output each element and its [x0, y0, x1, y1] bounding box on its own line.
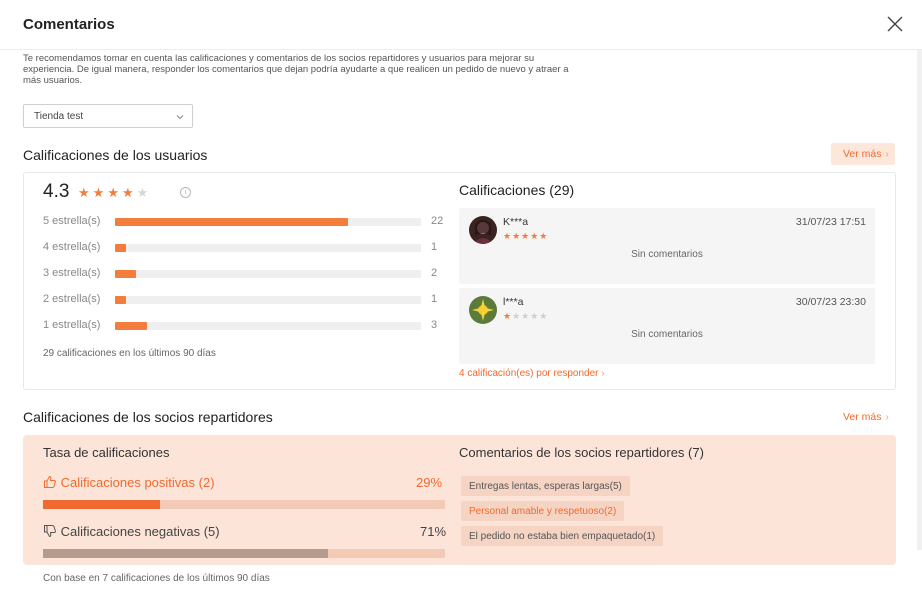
intro-text: Te recomendamos tomar en cuenta las cali… [23, 53, 569, 86]
riders-ver-mas-button[interactable]: Ver más › [831, 406, 895, 428]
positive-percentage: 29% [416, 475, 443, 490]
star-icon: ★ [78, 185, 93, 200]
distribution-count: 3 [431, 319, 438, 331]
distribution-row: 4 estrella(s) 1 [43, 240, 453, 256]
positive-bar-fill [43, 500, 160, 509]
distribution-count: 1 [431, 241, 438, 253]
chevron-right-icon: › [885, 412, 889, 423]
pending-replies-link[interactable]: 4 calificación(es) por responder › [459, 368, 605, 379]
avatar [469, 216, 497, 244]
star-icon: ★ [121, 185, 137, 200]
distribution-label: 4 estrella(s) [43, 241, 101, 253]
distribution-row: 1 estrella(s) 3 [43, 318, 453, 334]
review-stars: ★★★★★ [503, 311, 549, 321]
riders-footer-note: Con base en 7 calificaciones de los últi… [43, 573, 270, 584]
thumbs-down-icon [44, 525, 56, 538]
users-ver-mas-label: Ver más [843, 148, 882, 160]
positive-ratings-label: Calificaciones positivas (2) [43, 475, 215, 490]
review-comment: Sin comentarios [631, 249, 703, 260]
rate-title: Tasa de calificaciones [43, 445, 170, 460]
distribution-bar [115, 218, 421, 226]
negative-percentage: 71% [420, 524, 447, 539]
riders-ver-mas-label: Ver más [843, 411, 882, 423]
review-comment: Sin comentarios [631, 329, 703, 340]
negative-ratings-text: Calificaciones negativas (5) [60, 524, 220, 539]
comment-tag[interactable]: Personal amable y respetuoso(2) [461, 501, 625, 521]
distribution-bar [115, 296, 421, 304]
distribution-row: 5 estrella(s) 22 [43, 214, 453, 230]
positive-bar [43, 500, 445, 509]
avatar [469, 296, 497, 324]
reviewer-name: K***a [503, 216, 529, 228]
distribution-label: 1 estrella(s) [43, 319, 101, 331]
review-card[interactable]: l***a ★★★★★ 30/07/23 23:30 Sin comentari… [459, 288, 875, 364]
chevron-down-icon [176, 115, 184, 120]
distribution-row: 2 estrella(s) 1 [43, 292, 453, 308]
distribution-bar [115, 270, 421, 278]
ratings-note: 29 calificaciones en los últimos 90 días [43, 348, 216, 359]
store-select[interactable]: Tienda test [23, 104, 193, 128]
negative-ratings-label: Calificaciones negativas (5) [43, 524, 220, 539]
star-icon: ★ [107, 185, 122, 200]
info-icon[interactable]: i [180, 187, 191, 198]
distribution-label: 3 estrella(s) [43, 267, 101, 279]
positive-ratings-text: Calificaciones positivas (2) [60, 475, 215, 490]
distribution-bar [115, 322, 421, 330]
chevron-right-icon: › [885, 149, 889, 160]
comment-tag[interactable]: El pedido no estaba bien empaquetado(1) [461, 526, 664, 546]
average-stars: ★★★★★ [78, 185, 151, 201]
distribution-bar-fill [115, 244, 126, 252]
users-section-title: Calificaciones de los usuarios [23, 147, 208, 163]
distribution-label: 2 estrella(s) [43, 293, 101, 305]
star-half-icon: ★ [136, 185, 152, 200]
distribution-bar-fill [115, 322, 147, 330]
thumbs-up-icon [44, 475, 56, 488]
distribution-count: 1 [431, 293, 438, 305]
distribution-row: 3 estrella(s) 2 [43, 266, 453, 282]
distribution-label: 5 estrella(s) [43, 215, 101, 227]
negative-bar [43, 549, 445, 558]
scrollbar[interactable] [917, 50, 922, 550]
comment-tag[interactable]: Entregas lentas, esperas largas(5) [461, 476, 630, 496]
close-icon[interactable] [886, 15, 904, 33]
reviewer-name: l***a [503, 296, 524, 308]
modal-title: Comentarios [23, 16, 115, 33]
reviews-title: Calificaciones (29) [459, 182, 575, 198]
store-select-value: Tienda test [34, 111, 84, 122]
riders-section-title: Calificaciones de los socios repartidore… [23, 409, 273, 425]
review-date: 31/07/23 17:51 [795, 216, 866, 228]
distribution-bar-fill [115, 296, 126, 304]
chevron-right-icon: › [601, 368, 605, 379]
pending-replies-label: 4 calificación(es) por responder [459, 368, 599, 379]
modal-header: Comentarios [0, 0, 922, 50]
distribution-count: 22 [431, 215, 444, 227]
distribution-count: 2 [431, 267, 438, 279]
review-card[interactable]: K***a ★★★★★ 31/07/23 17:51 Sin comentari… [459, 208, 875, 284]
rider-comments-title: Comentarios de los socios repartidores (… [459, 445, 704, 460]
distribution-bar-fill [115, 270, 136, 278]
distribution-bar [115, 244, 421, 252]
average-rating: 4.3 [43, 181, 70, 202]
users-ver-mas-button[interactable]: Ver más › [831, 143, 895, 165]
negative-bar-fill [43, 549, 328, 558]
review-stars: ★★★★★ [503, 231, 549, 241]
review-date: 30/07/23 23:30 [795, 296, 866, 308]
star-icon: ★ [92, 185, 108, 200]
distribution-bar-fill [115, 218, 348, 226]
